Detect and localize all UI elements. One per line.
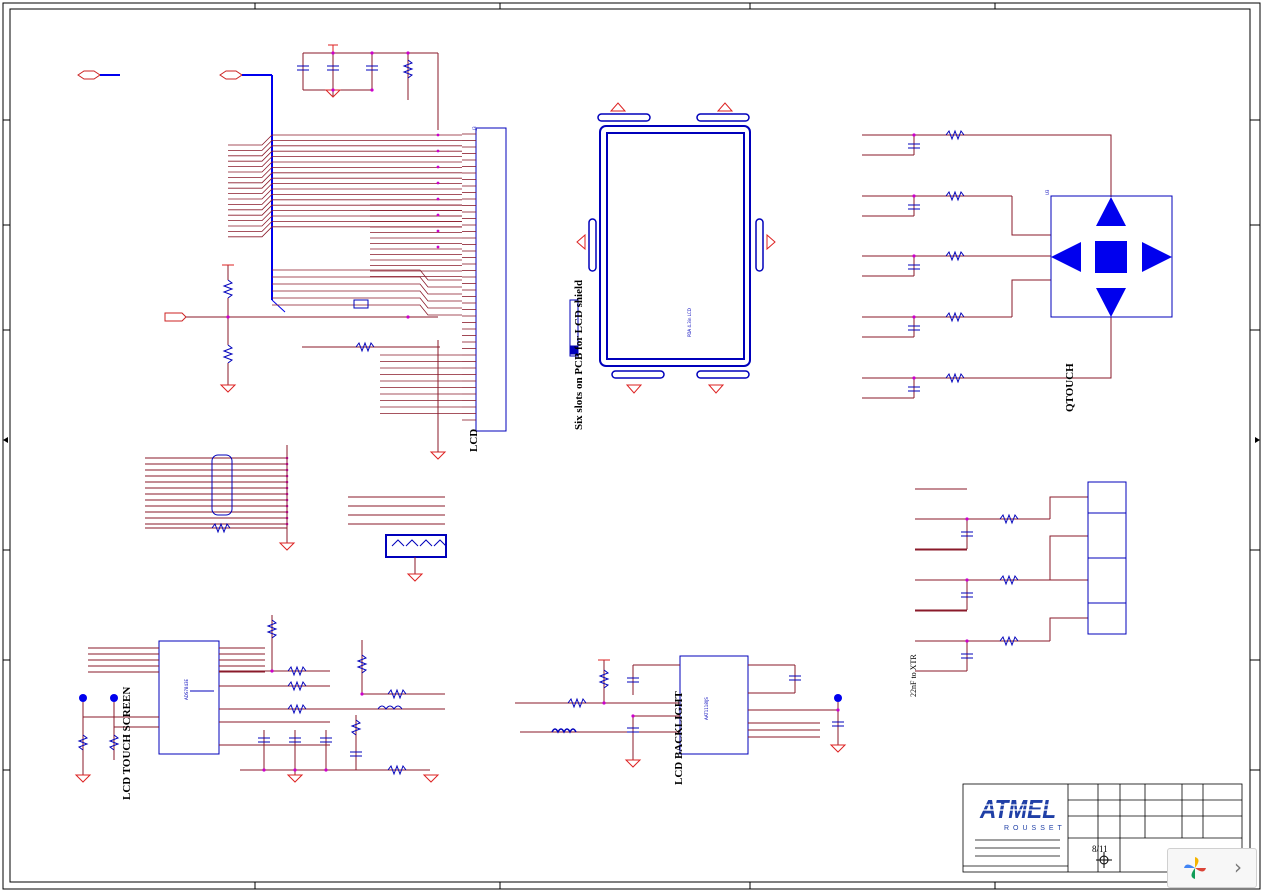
gnd-symbol-3 bbox=[278, 542, 296, 551]
lcd-input-ports bbox=[77, 70, 286, 313]
ext-cap-note: 22nF to XTR bbox=[909, 654, 918, 697]
atmel-logo: ATMEL ROUSSET bbox=[979, 794, 1066, 832]
gnd-symbol-2 bbox=[429, 451, 447, 460]
pinwheel-logo-icon bbox=[1184, 857, 1206, 879]
qtouch-slider-channels bbox=[915, 488, 1088, 672]
qtouch-section-title: QTOUCH bbox=[1064, 363, 1076, 412]
touch-passives bbox=[219, 615, 445, 783]
qtouch-ref: U3 bbox=[1045, 189, 1050, 195]
resistor-array bbox=[145, 445, 289, 543]
logo-text: ATMEL bbox=[979, 794, 1056, 824]
lcd-connector-j3 bbox=[462, 127, 507, 432]
lcd-module bbox=[569, 102, 776, 394]
touch-ic-label: ADS7843E bbox=[184, 678, 189, 700]
logo-tagline: ROUSSET bbox=[1004, 825, 1066, 832]
lcd-signal-labels bbox=[436, 133, 440, 249]
lcd-shield-note: Six slots on PCB for LCD shield bbox=[573, 280, 585, 430]
lcd-section-title: LCD bbox=[468, 429, 480, 452]
schematic-canvas: ATMEL ROUSSET 8/11 LCD Six slots on PCB … bbox=[2, 2, 1261, 890]
backlight-ic-label: AAT1118IJS bbox=[704, 697, 709, 720]
lcd-bus-wires bbox=[228, 134, 462, 414]
jumper-block bbox=[348, 496, 447, 582]
touch-section-title: LCD TOUCH SCREEN bbox=[121, 687, 133, 800]
qtouch-slider bbox=[1087, 481, 1127, 635]
drawing-border bbox=[2, 2, 1261, 890]
sheet-number: 8/11 bbox=[1092, 844, 1108, 854]
lcd-connector-ref: J3 bbox=[472, 126, 477, 131]
chevron-right-icon: › bbox=[1234, 855, 1242, 879]
lcd-module-label: PDA 4.3in LCD bbox=[687, 308, 692, 337]
lcd-decoupling-caps bbox=[297, 52, 439, 130]
next-page-button[interactable]: › bbox=[1167, 848, 1257, 888]
backlight-section-title: LCD BACKLIGHT bbox=[673, 691, 685, 785]
touch-test-points bbox=[74, 694, 159, 783]
qtouch-keypad bbox=[1050, 195, 1173, 318]
